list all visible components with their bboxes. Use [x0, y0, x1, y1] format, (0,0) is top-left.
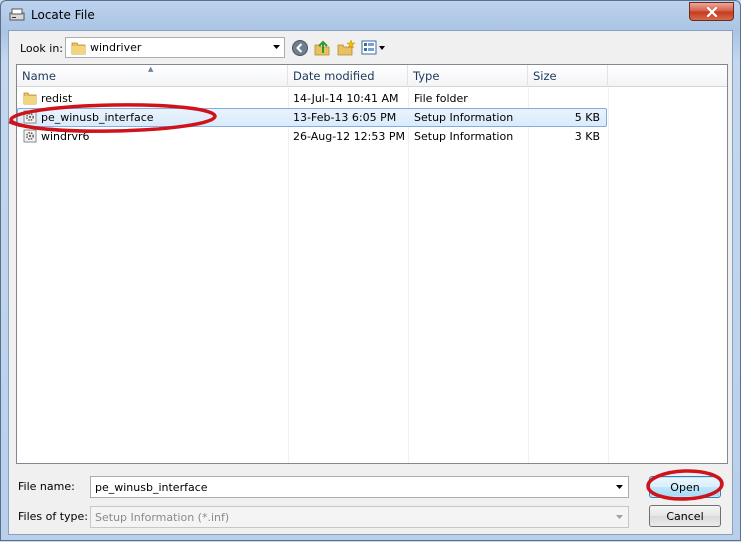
chevron-down-icon[interactable] [616, 485, 623, 489]
chevron-down-icon [273, 45, 280, 49]
look-in-dropdown[interactable]: windriver [65, 37, 285, 58]
back-icon[interactable] [291, 39, 309, 57]
file-list-header: Name ▲ Date modified Type Size [17, 65, 727, 87]
new-folder-icon[interactable] [337, 39, 355, 57]
file-size: 3 KB [574, 130, 600, 143]
up-folder-icon[interactable] [313, 39, 331, 57]
column-header-type[interactable]: Type [408, 65, 528, 87]
setup-file-icon [23, 129, 37, 143]
dialog-client: Look in: windriver Name ▲ Date modified … [8, 30, 733, 535]
file-row-redist[interactable]: redist 14-Jul-14 10:41 AM File folder [17, 89, 607, 108]
column-header-size[interactable]: Size [528, 65, 608, 87]
file-name: redist [41, 92, 73, 105]
file-type: File folder [414, 92, 468, 105]
file-date: 14-Jul-14 10:41 AM [293, 92, 399, 105]
close-icon [706, 6, 717, 17]
file-date: 13-Feb-13 6:05 PM [293, 111, 397, 124]
file-type-label: Files of type: [18, 510, 89, 523]
folder-icon [71, 42, 86, 55]
column-header-name[interactable]: Name ▲ [17, 65, 288, 87]
setup-file-icon [23, 110, 37, 124]
window-title: Locate File [31, 8, 95, 22]
file-list[interactable]: Name ▲ Date modified Type Size redist 14… [16, 64, 728, 464]
file-name: windrvr6 [41, 130, 90, 143]
scanner-icon [9, 8, 25, 21]
cancel-button[interactable]: Cancel [649, 505, 721, 527]
locate-file-dialog: Locate File Look in: windriver Name ▲ Da… [0, 0, 741, 541]
file-type-value: Setup Information (*.inf) [95, 511, 230, 524]
file-row-pe-winusb-interface[interactable]: pe_winusb_interface 13-Feb-13 6:05 PM Se… [17, 108, 607, 127]
view-menu-icon[interactable] [361, 39, 387, 57]
column-divider [608, 87, 609, 463]
file-row-windrvr6[interactable]: windrvr6 26-Aug-12 12:53 PM Setup Inform… [17, 127, 607, 146]
open-button[interactable]: Open [649, 476, 721, 498]
column-header-date[interactable]: Date modified [288, 65, 408, 87]
file-size: 5 KB [574, 111, 600, 124]
file-type: Setup Information [414, 130, 514, 143]
folder-icon [23, 92, 37, 105]
file-date: 26-Aug-12 12:53 PM [293, 130, 405, 143]
sort-ascending-icon: ▲ [148, 65, 154, 73]
column-header-date-label: Date modified [293, 69, 375, 83]
look-in-label: Look in: [20, 42, 63, 55]
column-header-type-label: Type [413, 69, 440, 83]
file-name-combo[interactable] [90, 476, 629, 498]
chevron-down-icon [616, 515, 623, 519]
column-header-size-label: Size [533, 69, 557, 83]
column-header-name-label: Name [22, 69, 56, 83]
title-bar[interactable]: Locate File [1, 1, 740, 29]
file-name: pe_winusb_interface [41, 111, 154, 124]
file-name-label: File name: [18, 480, 75, 493]
close-button[interactable] [689, 2, 734, 21]
file-type-dropdown[interactable]: Setup Information (*.inf) [90, 506, 629, 528]
file-type: Setup Information [414, 111, 514, 124]
file-name-input[interactable] [93, 479, 603, 495]
look-in-value: windriver [90, 41, 142, 54]
